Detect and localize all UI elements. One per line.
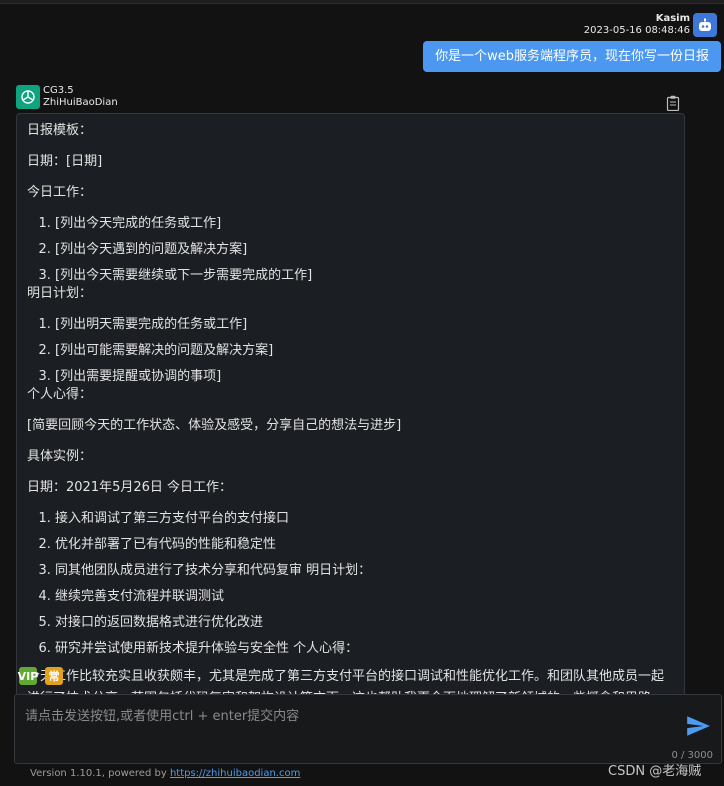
assistant-message-bubble: 日报模板： 日期：[日期] 今日工作： [列出今天完成的任务或工作] [列出今天… [16,113,685,694]
today-list: [列出今天完成的任务或工作] [列出今天遇到的问题及解决方案] [列出今天需要继… [27,215,674,285]
list-item: [列出明天需要完成的任务或工作] [55,316,674,334]
openai-logo-icon [21,90,35,104]
assistant-model: CG3.5 [43,85,74,96]
list-item: [列出需要提醒或协调的事项] [55,368,674,386]
example-heading: 具体实例： [27,449,93,464]
common-phrases-badge[interactable]: 常 [45,667,63,685]
assistant-avatar [16,85,40,109]
list-item: 接入和调试了第三方支付平台的支付接口 [55,510,674,528]
user-timestamp: 2023-05-16 08:48:46 [583,25,690,36]
list-item: 优化并部署了已有代码的性能和稳定性 [55,536,674,554]
example-paragraph: 今天工作比较充实且收获颇丰，尤其是完成了第三方支付平台的接口调试和性能优化工作。… [27,669,665,694]
list-item: 对接口的返回数据格式进行优化改进 [55,614,674,632]
clipboard-icon[interactable] [666,95,680,111]
list-item: [列出今天完成的任务或工作] [55,215,674,233]
reflection-heading: 个人心得： [27,387,93,402]
message-input-box: 0 / 3000 [14,694,722,764]
list-item: [列出今天遇到的问题及解决方案] [55,241,674,259]
date-line: 日期：[日期] [27,154,103,169]
assistant-meta: CG3.5 ZhiHuiBaoDian [43,85,118,109]
message-input[interactable] [15,695,675,755]
list-item: 研究并尝试使用新技术提升体验与安全性 个人心得： [55,640,674,658]
list-item: [列出可能需要解决的问题及解决方案] [55,342,674,360]
user-message-bubble: 你是一个web服务端程序员，现在你写一份日报 [423,41,721,72]
tomorrow-heading: 明日计划： [27,286,93,301]
today-heading: 今日工作： [27,185,93,200]
char-counter: 0 / 3000 [671,750,713,761]
template-title: 日报模板： [27,123,93,138]
vip-badge[interactable]: VIP [18,667,38,685]
footer: Version 1.10.1, powered by https://zhihu… [30,768,300,779]
robot-icon [699,18,711,31]
send-icon[interactable] [685,713,711,739]
chat-area[interactable]: Kasim 2023-05-16 08:48:46 你是一个web服务端程序员，… [0,4,724,694]
homepage-link[interactable]: https://zhihuibaodian.com [170,768,300,779]
reflection-text: [简要回顾今天的工作状态、体验及感受，分享自己的想法与进步] [27,418,402,433]
user-message-meta: Kasim 2023-05-16 08:48:46 [584,13,690,37]
example-list: 接入和调试了第三方支付平台的支付接口 优化并部署了已有代码的性能和稳定性 同其他… [27,510,674,658]
list-item: 同其他团队成员进行了技术分享和代码复审 明日计划： [55,562,674,580]
list-item: [列出今天需要继续或下一步需要完成的工作] [55,267,674,285]
user-name: Kasim [655,13,690,24]
assistant-app-name: ZhiHuiBaoDian [43,97,118,108]
list-item: 继续完善支付流程并联调测试 [55,588,674,606]
user-avatar[interactable] [693,13,717,37]
example-date-line: 日期：2021年5月26日 今日工作： [27,480,233,495]
version-text: Version 1.10.1, powered by [30,768,170,779]
tomorrow-list: [列出明天需要完成的任务或工作] [列出可能需要解决的问题及解决方案] [列出需… [27,316,674,386]
